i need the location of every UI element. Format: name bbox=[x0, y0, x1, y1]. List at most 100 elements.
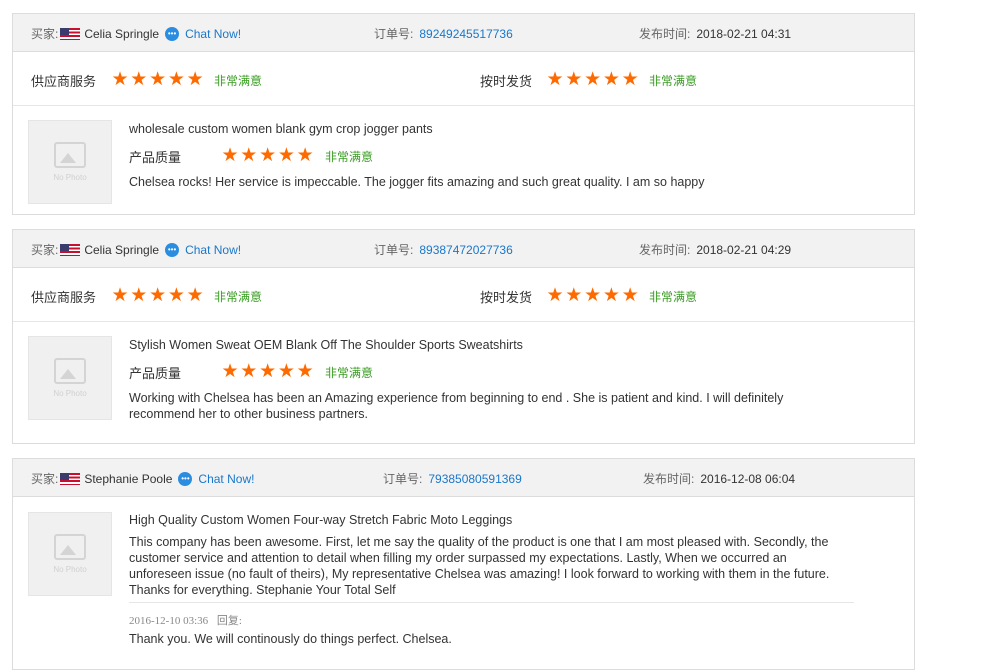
publish-date: 发布时间: 2016-12-08 06:04 bbox=[643, 470, 795, 487]
review-header: 买家: Celia Springle ••• Chat Now! 订单号: 892… bbox=[13, 14, 914, 52]
us-flag-icon bbox=[60, 243, 81, 256]
product-quality-label: 产品质量 bbox=[129, 366, 182, 381]
image-placeholder-icon bbox=[54, 534, 86, 560]
us-flag-icon bbox=[60, 27, 81, 40]
image-placeholder-icon bbox=[54, 142, 86, 168]
star-icon: ★ bbox=[186, 69, 204, 90]
chat-bubble-icon: ••• bbox=[178, 471, 193, 486]
star-icon: ★ bbox=[167, 285, 185, 306]
order-info: 订单号: 89387472027736 bbox=[374, 241, 513, 258]
product-title[interactable]: Stylish Women Sweat OEM Blank Off The Sh… bbox=[129, 338, 523, 352]
supplier-service-label: 供应商服务 bbox=[31, 74, 97, 89]
supplier-service-label: 供应商服务 bbox=[31, 290, 97, 305]
supplier-satisfaction: 非常满意 bbox=[214, 74, 263, 88]
date-label: 发布时间: bbox=[643, 472, 695, 486]
star-icon: ★ bbox=[149, 69, 167, 90]
star-icon: ★ bbox=[149, 285, 167, 306]
product-thumbnail[interactable]: No Photo bbox=[28, 512, 112, 596]
image-placeholder-icon bbox=[54, 358, 86, 384]
buyer-name: Stephanie Poole bbox=[84, 471, 173, 486]
star-icon: ★ bbox=[240, 145, 258, 166]
date-value: 2018-02-21 04:31 bbox=[696, 27, 792, 41]
star-icon: ★ bbox=[240, 361, 258, 382]
star-icon: ★ bbox=[621, 285, 639, 306]
star-icon: ★ bbox=[546, 285, 564, 306]
quality-satisfaction: 非常满意 bbox=[325, 366, 374, 380]
buyer-label: 买家: bbox=[31, 27, 59, 41]
service-ratings: 供应商服务 ★ ★ ★ ★ ★ 非常满意 按时发货 ★ ★ ★ ★ ★ 非常满意 bbox=[13, 52, 914, 106]
star-icon: ★ bbox=[602, 285, 620, 306]
product-title[interactable]: wholesale custom women blank gym crop jo… bbox=[129, 122, 433, 136]
buyer-info: 买家: Stephanie Poole ••• Chat Now! bbox=[31, 470, 254, 487]
publish-date: 发布时间: 2018-02-21 04:31 bbox=[639, 25, 791, 42]
star-icon: ★ bbox=[565, 69, 583, 90]
quality-star-rating: ★ ★ ★ ★ ★ bbox=[221, 362, 315, 381]
product-quality-label: 产品质量 bbox=[129, 150, 182, 165]
star-icon: ★ bbox=[186, 285, 204, 306]
quality-satisfaction: 非常满意 bbox=[325, 150, 374, 164]
date-value: 2018-02-21 04:29 bbox=[696, 243, 792, 257]
chat-now-button[interactable]: ••• Chat Now! bbox=[165, 26, 242, 41]
order-label: 订单号: bbox=[383, 472, 423, 486]
publish-date: 发布时间: 2018-02-21 04:29 bbox=[639, 241, 791, 258]
order-number-link[interactable]: 79385080591369 bbox=[428, 472, 521, 486]
chat-now-button[interactable]: ••• Chat Now! bbox=[165, 242, 242, 257]
buyer-label: 买家: bbox=[31, 243, 59, 257]
chat-now-label: Chat Now! bbox=[185, 242, 242, 257]
date-label: 发布时间: bbox=[639, 27, 691, 41]
shipping-label: 按时发货 bbox=[480, 74, 533, 89]
order-label: 订单号: bbox=[374, 243, 414, 257]
buyer-name: Celia Springle bbox=[84, 26, 160, 41]
review-card: 买家: Celia Springle ••• Chat Now! 订单号: 892… bbox=[12, 13, 915, 215]
star-icon: ★ bbox=[259, 361, 277, 382]
quality-star-rating: ★ ★ ★ ★ ★ bbox=[221, 146, 315, 165]
product-thumbnail[interactable]: No Photo bbox=[28, 336, 112, 420]
date-value: 2016-12-08 06:04 bbox=[700, 472, 796, 486]
shipping-satisfaction: 非常满意 bbox=[649, 290, 698, 304]
shipping-label: 按时发货 bbox=[480, 290, 533, 305]
reply-date: 2016-12-10 03:36 bbox=[129, 615, 209, 627]
star-icon: ★ bbox=[111, 69, 129, 90]
chat-bubble-icon: ••• bbox=[165, 26, 180, 41]
star-icon: ★ bbox=[584, 69, 602, 90]
order-info: 订单号: 79385080591369 bbox=[383, 470, 522, 487]
service-ratings: 供应商服务 ★ ★ ★ ★ ★ 非常满意 按时发货 ★ ★ ★ ★ ★ 非常满意 bbox=[13, 268, 914, 322]
order-number-link[interactable]: 89249245517736 bbox=[419, 27, 512, 41]
chat-now-button[interactable]: ••• Chat Now! bbox=[178, 471, 255, 486]
star-icon: ★ bbox=[130, 69, 148, 90]
review-card: 买家: Celia Springle ••• Chat Now! 订单号: 893… bbox=[12, 229, 915, 444]
shipping-satisfaction: 非常满意 bbox=[649, 74, 698, 88]
product-title[interactable]: High Quality Custom Women Four-way Stret… bbox=[129, 513, 512, 527]
chat-bubble-icon: ••• bbox=[165, 242, 180, 257]
reply-meta: 2016-12-10 03:36 回复: bbox=[129, 612, 242, 628]
product-thumbnail[interactable]: No Photo bbox=[28, 120, 112, 204]
reply-divider bbox=[129, 602, 854, 603]
star-icon: ★ bbox=[111, 285, 129, 306]
star-icon: ★ bbox=[277, 145, 295, 166]
buyer-info: 买家: Celia Springle ••• Chat Now! bbox=[31, 25, 241, 42]
review-card: 买家: Stephanie Poole ••• Chat Now! 订单号: 79… bbox=[12, 458, 915, 670]
no-photo-text: No Photo bbox=[53, 389, 87, 398]
date-label: 发布时间: bbox=[639, 243, 691, 257]
reply-label: 回复: bbox=[216, 615, 242, 627]
star-icon: ★ bbox=[221, 145, 239, 166]
star-icon: ★ bbox=[259, 145, 277, 166]
order-number-link[interactable]: 89387472027736 bbox=[419, 243, 512, 257]
no-photo-text: No Photo bbox=[53, 565, 87, 574]
review-header: 买家: Stephanie Poole ••• Chat Now! 订单号: 79… bbox=[13, 459, 914, 497]
star-icon: ★ bbox=[167, 69, 185, 90]
star-icon: ★ bbox=[584, 285, 602, 306]
star-icon: ★ bbox=[296, 145, 314, 166]
review-comment: Chelsea rocks! Her service is impeccable… bbox=[129, 175, 705, 189]
star-icon: ★ bbox=[130, 285, 148, 306]
review-comment: This company has been awesome. First, le… bbox=[129, 535, 830, 597]
review-header: 买家: Celia Springle ••• Chat Now! 订单号: 893… bbox=[13, 230, 914, 268]
star-icon: ★ bbox=[602, 69, 620, 90]
chat-now-label: Chat Now! bbox=[185, 26, 242, 41]
supplier-star-rating: ★ ★ ★ ★ ★ bbox=[111, 70, 205, 89]
us-flag-icon bbox=[60, 472, 81, 485]
supplier-satisfaction: 非常满意 bbox=[214, 290, 263, 304]
supplier-star-rating: ★ ★ ★ ★ ★ bbox=[111, 286, 205, 305]
chat-now-label: Chat Now! bbox=[198, 471, 255, 486]
no-photo-text: No Photo bbox=[53, 173, 87, 182]
